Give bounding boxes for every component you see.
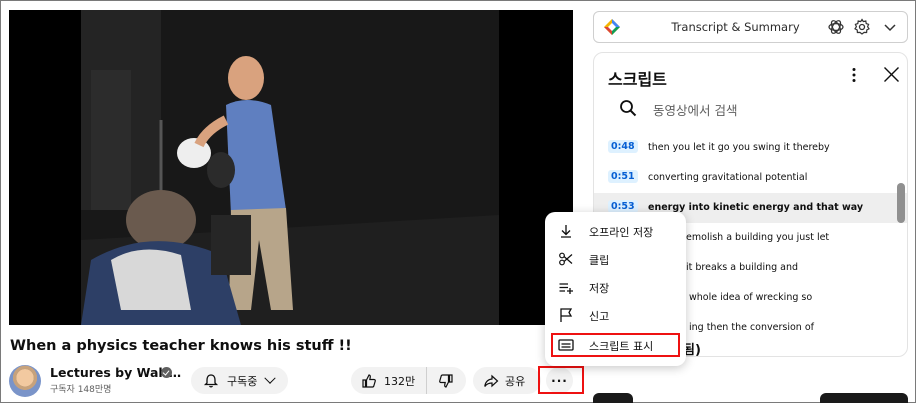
- search-icon[interactable]: [619, 99, 637, 117]
- share-arrow-icon: [484, 374, 499, 387]
- verified-badge-icon: [161, 367, 172, 378]
- flag-icon: [560, 308, 573, 322]
- subscribe-button[interactable]: 구독중: [191, 367, 288, 394]
- video-title: When a physics teacher knows his stuff !…: [10, 338, 352, 354]
- menu-item-label: 오프라인 저장: [589, 226, 654, 239]
- subscribe-label: 구독중: [227, 374, 258, 388]
- segment-text: demolish a building you just let: [680, 232, 830, 243]
- menu-item-download[interactable]: 오프라인 저장: [545, 217, 686, 245]
- menu-item-label: 저장: [589, 282, 610, 295]
- scissors-icon: [559, 252, 573, 266]
- kebab-menu-icon[interactable]: [852, 67, 856, 83]
- chip-partial[interactable]: [820, 393, 908, 403]
- channel-avatar[interactable]: [9, 365, 41, 397]
- thumbs-up-icon: [362, 373, 376, 388]
- transcript-segment[interactable]: 0:48 then you let it go you swing it the…: [594, 133, 907, 163]
- menu-item-report[interactable]: 신고: [545, 301, 686, 329]
- transcript-title: 스크립트: [608, 70, 667, 89]
- chevron-down-icon[interactable]: [881, 18, 899, 36]
- transcript-search-input[interactable]: 동영상에서 검색: [653, 100, 737, 119]
- chip-partial[interactable]: [593, 393, 633, 403]
- video-frame: [81, 10, 499, 325]
- dislike-button[interactable]: [427, 367, 465, 394]
- transcript-scrollbar[interactable]: [897, 183, 905, 223]
- channel-row: Lectures by Walt… 구독자 148만명 구독중 132만 공유 …: [9, 362, 579, 398]
- share-button[interactable]: 공유: [473, 367, 541, 394]
- segment-text: then you let it go you swing it thereby: [648, 142, 830, 153]
- like-count: 132만: [384, 374, 416, 388]
- playlist-add-icon: [559, 283, 573, 294]
- menu-item-save[interactable]: 저장: [545, 273, 686, 301]
- menu-item-label: 신고: [589, 310, 610, 323]
- segment-text: converting gravitational potential: [648, 172, 808, 183]
- segment-timestamp[interactable]: 0:48: [608, 140, 638, 153]
- thumbs-down-icon: [439, 373, 453, 388]
- segment-text: whole idea of wrecking so: [689, 292, 813, 303]
- close-icon[interactable]: [883, 66, 900, 83]
- openai-icon[interactable]: [827, 18, 845, 36]
- segment-text: it breaks a building and: [686, 262, 799, 273]
- bell-icon: [203, 373, 219, 388]
- menu-item-label: 클립: [589, 254, 610, 267]
- gear-icon[interactable]: [853, 18, 871, 36]
- segment-text: energy into kinetic energy and that way: [648, 202, 864, 213]
- segment-text: ing then the conversion of: [689, 322, 814, 333]
- like-button[interactable]: 132만: [351, 367, 427, 394]
- like-dislike-group: 132만: [351, 367, 466, 394]
- video-player[interactable]: [9, 10, 573, 325]
- share-label: 공유: [505, 374, 526, 388]
- subscriber-count: 구독자 148만명: [50, 385, 112, 395]
- download-icon: [561, 225, 571, 238]
- extension-bar[interactable]: Transcript & Summary: [593, 11, 908, 43]
- highlight-box-more: [538, 366, 584, 394]
- chevron-down-icon: [264, 372, 277, 384]
- segment-timestamp[interactable]: 0:51: [608, 170, 638, 183]
- video-scene: [81, 10, 499, 325]
- highlight-box-transcript: [551, 333, 680, 357]
- menu-item-clip[interactable]: 클립: [545, 245, 686, 273]
- transcript-segment[interactable]: 0:51 converting gravitational potential: [594, 163, 907, 193]
